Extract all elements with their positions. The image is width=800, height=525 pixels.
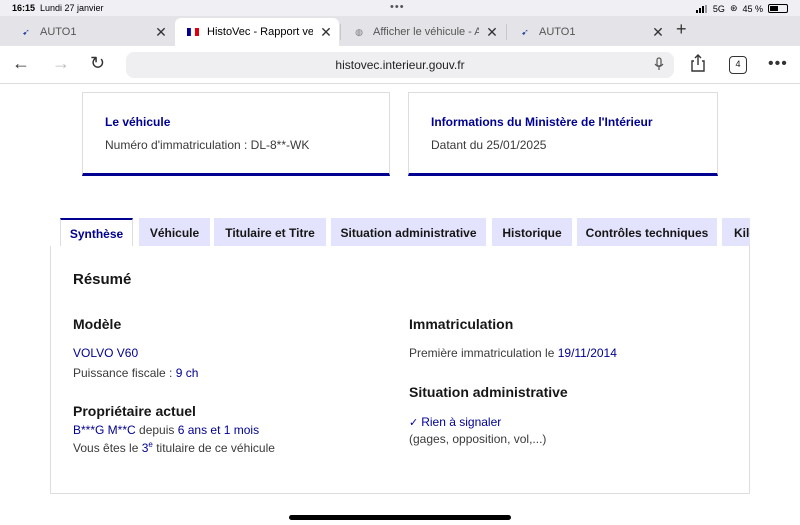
share-icon[interactable] <box>690 54 706 77</box>
browser-tab-auto1[interactable]: ➹ AUTO1 ✕ <box>8 18 174 46</box>
tab-titulaire[interactable]: Titulaire et Titre <box>214 218 326 247</box>
home-indicator[interactable] <box>289 515 511 520</box>
tab-controles-techniques[interactable]: Contrôles techniques <box>577 218 717 247</box>
owner-heading: Propriétaire actuel <box>73 403 196 419</box>
ministry-card: Informations du Ministère de l'Intérieur… <box>408 92 718 176</box>
summary-title: Résumé <box>73 271 132 288</box>
owner-rank: Vous êtes le 3e titulaire de ce véhicule <box>73 440 275 455</box>
first-registration-date: 19/11/2014 <box>557 346 617 360</box>
browser-tab-bar: ➹ AUTO1 ✕ HistoVec - Rapport vendeur ✕ ◍… <box>0 16 800 46</box>
tab-kilometrage[interactable]: Kilométrage <box>722 218 750 247</box>
globe-icon: ◍ <box>355 26 363 37</box>
summary-panel: Résumé Modèle VOLVO V60 Puissance fiscal… <box>50 246 750 494</box>
french-flag-icon <box>187 26 199 38</box>
admin-status-ok: ✓ Rien à signaler <box>409 415 502 429</box>
close-icon[interactable]: ✕ <box>313 24 339 41</box>
report-tabs: Synthèse Véhicule Titulaire et Titre Sit… <box>60 218 750 247</box>
battery-icon <box>768 4 788 13</box>
close-icon[interactable]: ✕ <box>645 24 671 41</box>
model-heading: Modèle <box>73 316 122 332</box>
registration-heading: Immatriculation <box>409 316 514 332</box>
multitasking-dots-icon[interactable]: ••• <box>390 1 405 13</box>
vehicle-card: Le véhicule Numéro d'immatriculation : D… <box>82 92 390 176</box>
fiscal-power: Puissance fiscale : 9 ch <box>73 366 199 380</box>
new-tab-plus-icon[interactable]: + <box>676 19 687 40</box>
status-time: 16:15 <box>12 3 36 13</box>
browser-tab-title: Afficher le véhicule - Admin <box>373 26 479 38</box>
model-name: VOLVO V60 <box>73 346 139 360</box>
auto1-logo-icon: ➹ <box>22 26 30 37</box>
browser-tab-title: HistoVec - Rapport vendeur <box>207 26 313 38</box>
admin-status-heading: Situation administrative <box>409 384 568 400</box>
report-date: Datant du 25/01/2025 <box>431 138 547 152</box>
tab-vehicule[interactable]: Véhicule <box>139 218 210 247</box>
browser-toolbar: ← → ↻ histovec.interieur.gouv.fr 4 ••• <box>0 46 800 84</box>
battery-percent: 45 % <box>742 3 763 14</box>
signal-icon <box>695 4 708 13</box>
tab-synthese[interactable]: Synthèse <box>60 218 133 247</box>
close-icon[interactable]: ✕ <box>479 24 505 41</box>
tab-count-button[interactable]: 4 <box>729 56 747 74</box>
ministry-card-title: Informations du Ministère de l'Intérieur <box>431 115 653 129</box>
auto1-logo-icon: ➹ <box>521 26 529 37</box>
forward-arrow-icon[interactable]: → <box>52 53 70 74</box>
browser-tab-admin[interactable]: ◍ Afficher le véhicule - Admin ✕ <box>341 18 505 46</box>
network-label: 5G <box>712 3 725 14</box>
owner-name: B***G M**C <box>73 423 136 437</box>
browser-tab-histovec[interactable]: HistoVec - Rapport vendeur ✕ <box>175 18 339 46</box>
browser-tab-title: AUTO1 <box>40 26 77 38</box>
admin-status-details: (gages, opposition, vol,...) <box>409 432 547 446</box>
status-bar: 16:15 Lundi 27 janvier ••• 5G ⊛ 45 % <box>0 0 800 16</box>
registration-number: Numéro d'immatriculation : DL-8**-WK <box>105 138 310 152</box>
first-registration: Première immatriculation le 19/11/2014 <box>409 346 617 360</box>
tab-situation-administrative[interactable]: Situation administrative <box>331 218 486 247</box>
browser-tab-title: AUTO1 <box>539 26 576 38</box>
owner-line: B***G M**C depuis 6 ans et 1 mois <box>73 423 260 437</box>
reload-icon[interactable]: ↻ <box>90 53 105 74</box>
fiscal-power-value: 9 ch <box>175 366 199 380</box>
close-icon[interactable]: ✕ <box>148 24 174 41</box>
rotation-lock-icon: ⊛ <box>729 3 738 13</box>
microphone-icon[interactable] <box>654 57 664 74</box>
url-text: histovec.interieur.gouv.fr <box>335 58 465 72</box>
tab-historique[interactable]: Historique <box>492 218 572 247</box>
status-date: Lundi 27 janvier <box>40 3 104 13</box>
more-options-icon[interactable]: ••• <box>768 55 788 73</box>
vehicle-card-title: Le véhicule <box>105 115 171 129</box>
address-bar[interactable]: histovec.interieur.gouv.fr <box>126 52 674 78</box>
checkmark-icon: ✓ <box>409 417 419 429</box>
owner-duration: 6 ans et 1 mois <box>177 423 260 437</box>
back-arrow-icon[interactable]: ← <box>12 53 30 74</box>
browser-tab-auto1-2[interactable]: ➹ AUTO1 ✕ <box>507 18 671 46</box>
